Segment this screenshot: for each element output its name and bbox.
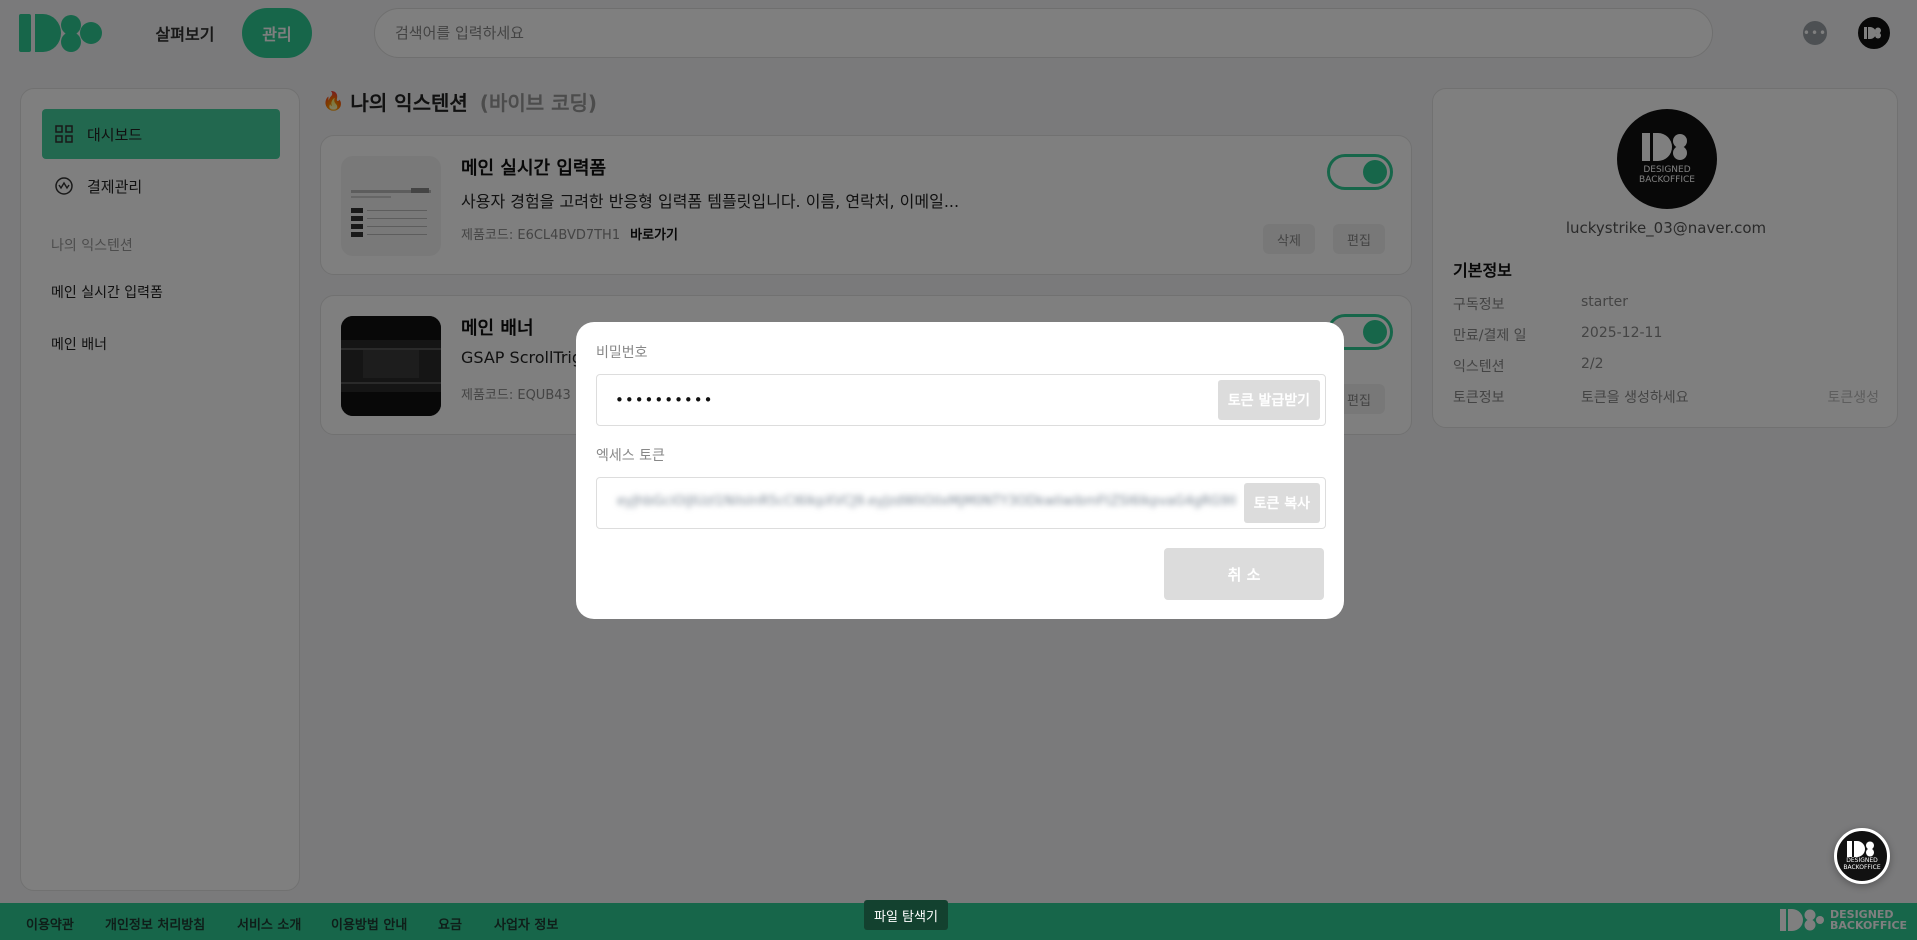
float-brand-text: DESIGNED BACKOFFICE <box>1843 857 1881 871</box>
token-field: eyJhbGciOiJIUzI1NiIsInR5cCI6IkpXVCJ9.eyJ… <box>596 477 1326 529</box>
token-modal: 비밀번호 토큰 발급받기 엑세스 토큰 eyJhbGciOiJIUzI1NiIs… <box>576 322 1344 619</box>
password-label: 비밀번호 <box>596 345 648 361</box>
issue-token-button[interactable]: 토큰 발급받기 <box>1217 380 1320 420</box>
password-field: 토큰 발급받기 <box>596 374 1326 426</box>
cancel-button[interactable]: 취 소 <box>1164 548 1324 600</box>
token-label: 엑세스 토큰 <box>596 448 665 464</box>
copy-token-button[interactable]: 토큰 복사 <box>1243 483 1320 523</box>
floating-help-button[interactable]: DESIGNED BACKOFFICE <box>1834 828 1890 884</box>
float-logo-icon <box>1847 841 1874 857</box>
app-root: 살펴보기 관리 ••• 대시보드 <box>0 0 1917 940</box>
token-value[interactable]: eyJhbGciOiJIUzI1NiIsInR5cCI6IkpXVCJ9.eyJ… <box>617 494 1237 514</box>
file-explorer-button[interactable]: 파일 탐색기 <box>864 900 948 930</box>
password-input[interactable] <box>597 375 1325 425</box>
